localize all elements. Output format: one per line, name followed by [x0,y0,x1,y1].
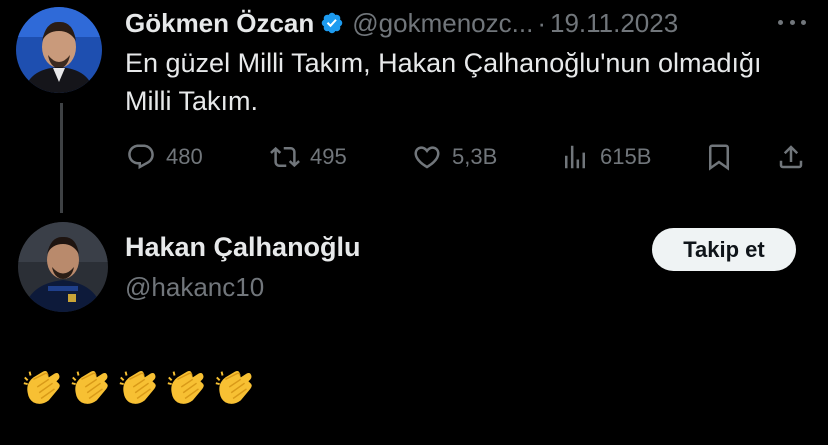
views-button[interactable]: 615B [560,138,651,176]
tweet-actions: 480 495 5,3B 615B [0,138,828,176]
clapping-hands-icon [215,371,252,404]
reply-icon [128,144,154,170]
analytics-icon [565,145,585,169]
retweet-count: 495 [310,144,347,169]
author-name[interactable]: Gökmen Özcan [125,8,314,39]
reply-button[interactable]: 480 [126,138,203,176]
more-options-icon[interactable] [778,10,806,34]
clapping-hands-icon [119,371,156,404]
avatar-gokmen-ozcan[interactable] [16,7,102,93]
header-separator: · [537,7,546,38]
reply-emoji-content [20,364,260,410]
heart-icon [414,146,440,169]
share-icon [779,145,803,169]
tweet-text: En güzel Milli Takım, Hakan Çalhanoğlu'n… [125,48,762,116]
like-count: 5,3B [452,144,498,169]
reply-count: 480 [166,144,203,169]
tweet-header: Gökmen Özcan @gokmenozc... · 19.11.2023 [125,6,678,40]
verified-badge-icon [322,12,343,34]
follow-button[interactable]: Takip et [652,228,796,271]
retweet-icon [270,146,300,168]
clapping-hands-icon [23,371,60,404]
author-handle[interactable]: @gokmenozc... [352,8,533,39]
reply-author-handle[interactable]: @hakanc10 [125,272,264,303]
clapping-hands-icon [167,371,204,404]
views-count: 615B [600,144,652,169]
like-button[interactable]: 5,3B [412,138,497,176]
reply-author-name[interactable]: Hakan Çalhanoğlu [125,232,361,263]
share-button[interactable] [776,138,816,176]
retweet-button[interactable]: 495 [270,138,347,176]
tweet-date[interactable]: 19.11.2023 [550,8,678,39]
avatar-hakan-calhanoglu[interactable] [18,222,108,312]
bookmark-button[interactable] [704,138,744,176]
bookmark-icon [709,144,729,171]
clapping-hands-icon [71,371,108,404]
